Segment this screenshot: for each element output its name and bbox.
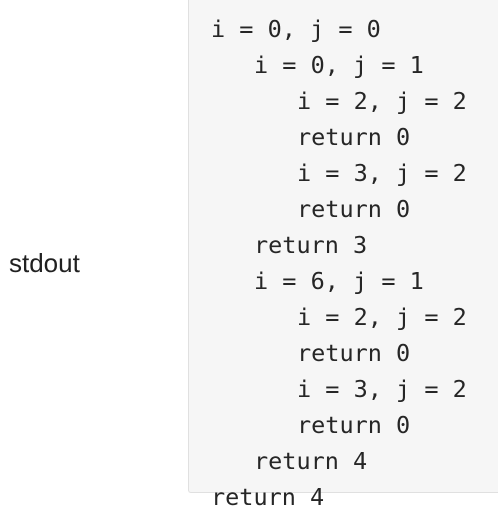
stdout-line: return 0 [297,123,411,151]
stdout-line: i = 0, j = 1 [254,51,424,79]
stdout-line: return 0 [297,339,411,367]
stdout-line: return 4 [254,447,368,475]
stdout-line: return 4 [211,483,325,511]
stdout-line: return 0 [297,195,411,223]
stdout-line: i = 0, j = 0 [211,15,381,43]
stdout-line: return 0 [297,411,411,439]
stdout-line: i = 6, j = 1 [254,267,424,295]
stdout-line: i = 2, j = 2 [297,303,467,331]
stdout-output-box: i = 0, j = 0 i = 0, j = 1 i = 2, j = 2 retu… [188,0,498,511]
stdout-line: i = 3, j = 2 [297,159,467,187]
stdout-line: i = 2, j = 2 [297,87,467,115]
stdout-label: stdout [9,248,80,278]
stdout-line: i = 3, j = 2 [297,375,467,403]
stdout-line: return 3 [254,231,368,259]
